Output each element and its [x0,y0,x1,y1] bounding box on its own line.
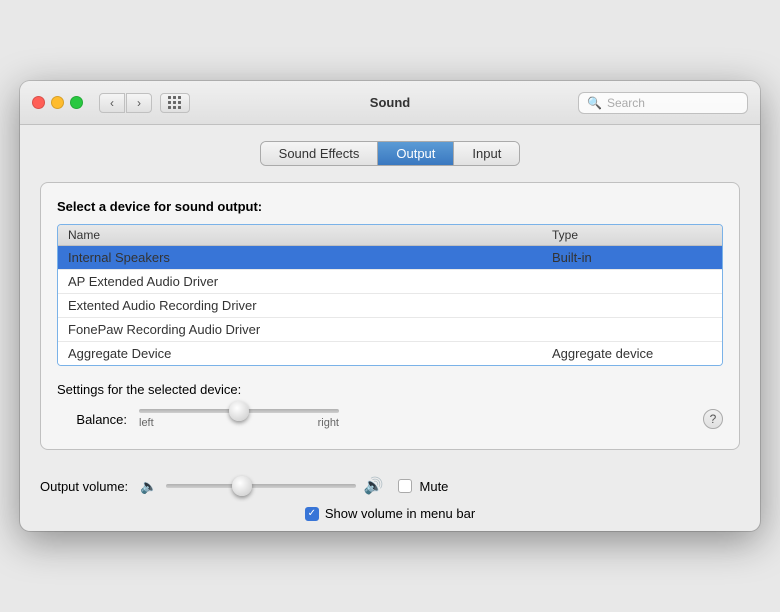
tab-input[interactable]: Input [454,142,519,165]
tab-bar: Sound Effects Output Input [40,141,740,166]
device-table: Name Type Internal Speakers Built-in AP … [57,224,723,366]
output-volume-thumb[interactable] [232,476,252,496]
table-row[interactable]: AP Extended Audio Driver [58,270,722,294]
output-volume-label: Output volume: [40,479,128,494]
balance-slider-container: left right [139,409,339,429]
maximize-button[interactable] [70,96,83,109]
search-box[interactable]: 🔍 Search [578,92,748,114]
table-row[interactable]: Extented Audio Recording Driver [58,294,722,318]
bottom-bar: Output volume: 🔈 🔊 Mute [20,466,760,506]
search-icon: 🔍 [587,96,602,110]
device-name: Internal Speakers [68,250,552,265]
output-volume-slider[interactable] [166,484,356,488]
settings-title: Settings for the selected device: [57,382,723,397]
mute-checkbox[interactable] [398,479,412,493]
titlebar: ‹ › Sound 🔍 Search [20,81,760,125]
forward-button[interactable]: › [126,93,152,113]
show-volume-checkbox[interactable]: ✓ [305,507,319,521]
settings-section: Settings for the selected device: Balanc… [57,382,723,429]
volume-low-icon: 🔈 [140,478,157,495]
back-button[interactable]: ‹ [99,93,125,113]
balance-left-label: left [139,417,154,429]
tab-group: Sound Effects Output Input [260,141,521,166]
col-header-type: Type [552,228,712,242]
balance-slider-track[interactable] [139,409,339,413]
search-placeholder: Search [607,96,645,110]
balance-row: Balance: left right ? [57,409,723,429]
help-button[interactable]: ? [703,409,723,429]
tab-output[interactable]: Output [378,142,454,165]
nav-buttons: ‹ › [99,93,152,113]
balance-label: Balance: [57,412,127,427]
balance-right-label: right [318,417,339,429]
device-name: AP Extended Audio Driver [68,274,552,289]
main-window: ‹ › Sound 🔍 Search Sound Effects Output … [20,81,760,531]
device-name: Aggregate Device [68,346,552,361]
minimize-button[interactable] [51,96,64,109]
table-row[interactable]: Aggregate Device Aggregate device [58,342,722,365]
balance-slider-thumb[interactable] [229,401,249,421]
window-title: Sound [370,95,410,110]
device-type: Aggregate device [552,346,712,361]
grid-icon [168,96,182,110]
traffic-lights [32,96,83,109]
grid-button[interactable] [160,93,190,113]
col-header-name: Name [68,228,552,242]
close-button[interactable] [32,96,45,109]
content-area: Sound Effects Output Input Select a devi… [20,125,760,466]
table-row[interactable]: Internal Speakers Built-in [58,246,722,270]
mute-label: Mute [420,479,449,494]
table-row[interactable]: FonePaw Recording Audio Driver [58,318,722,342]
table-header: Name Type [58,225,722,246]
show-volume-row: ✓ Show volume in menu bar [20,506,760,531]
volume-high-icon: 🔊 [364,476,384,496]
device-section-title: Select a device for sound output: [57,199,723,214]
device-name: Extented Audio Recording Driver [68,298,552,313]
output-panel: Select a device for sound output: Name T… [40,182,740,450]
device-name: FonePaw Recording Audio Driver [68,322,552,337]
device-type: Built-in [552,250,712,265]
tab-sound-effects[interactable]: Sound Effects [261,142,379,165]
show-volume-label: Show volume in menu bar [325,506,475,521]
